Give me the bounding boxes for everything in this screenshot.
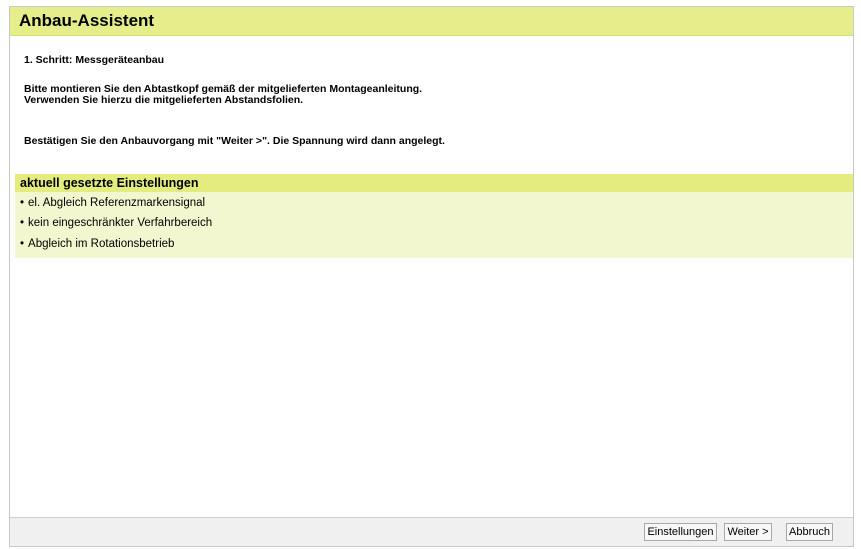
- window-title: Anbau-Assistent: [19, 11, 155, 30]
- cancel-button[interactable]: Abbruch: [786, 523, 833, 541]
- settings-item-label: Abgleich im Rotationsbetrieb: [28, 238, 175, 250]
- next-button[interactable]: Weiter >: [724, 523, 772, 541]
- settings-panel-title: aktuell gesetzte Einstellungen: [20, 176, 199, 190]
- settings-list-item: • kein eingeschränkter Verfahrbereich: [20, 217, 212, 229]
- settings-list-item: • el. Abgleich Referenzmarkensignal: [20, 197, 205, 209]
- title-bar: Anbau-Assistent: [10, 7, 853, 36]
- bullet-icon: •: [20, 238, 25, 250]
- settings-item-label: kein eingeschränkter Verfahrbereich: [28, 217, 213, 229]
- current-settings-panel: aktuell gesetzte Einstellungen • el. Abgl…: [15, 174, 853, 258]
- bullet-icon: •: [20, 217, 25, 229]
- assistant-window: Anbau-Assistent 1. Schritt: Messgerätean…: [9, 6, 854, 547]
- settings-item-label: el. Abgleich Referenzmarkensignal: [28, 197, 206, 209]
- settings-panel-header: aktuell gesetzte Einstellungen: [15, 174, 853, 192]
- instruction-line-2: Verwenden Sie hierzu die mitgelieferten …: [24, 94, 304, 106]
- settings-list-item: • Abgleich im Rotationsbetrieb: [20, 238, 174, 250]
- settings-button[interactable]: Einstellungen: [644, 523, 717, 541]
- confirm-text: Bestätigen Sie den Anbauvorgang mit "Wei…: [24, 135, 445, 147]
- bullet-icon: •: [20, 197, 25, 209]
- step-label: 1. Schritt: Messgeräteanbau: [24, 54, 165, 66]
- button-bar: Einstellungen Weiter > Abbruch: [10, 517, 853, 546]
